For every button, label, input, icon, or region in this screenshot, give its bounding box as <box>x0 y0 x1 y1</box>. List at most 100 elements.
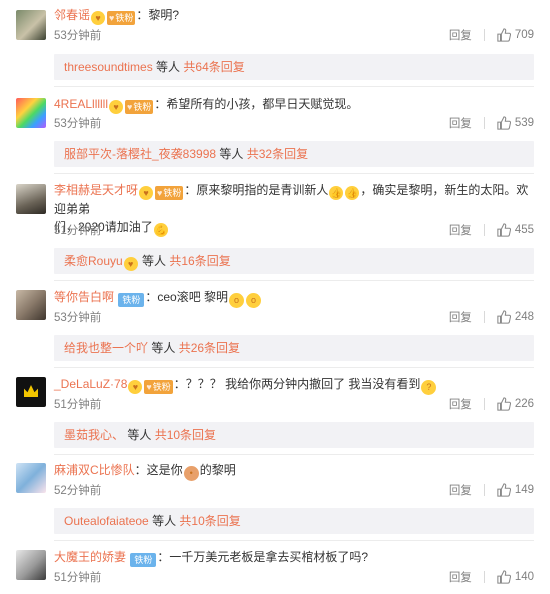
flex-arm-emoji: 💪 <box>153 223 168 237</box>
like-count: 140 <box>514 571 534 583</box>
replies-summary[interactable]: 柔愈Rouyu ♥ 等人 共16条回复 <box>54 248 534 274</box>
divider <box>54 173 534 174</box>
reply-user[interactable]: 服部平次-落樱社_夜袭83998 <box>64 147 216 161</box>
replies-summary[interactable]: 墨茹我心、 等人 共10条回复 <box>54 422 534 448</box>
comment-actions: 回复 226 <box>449 396 534 412</box>
fan-badge[interactable]: ♥铁粉 <box>144 380 173 394</box>
comment-text-cont: 的黎明 <box>199 463 236 477</box>
comment-time: 51分钟前 <box>54 572 102 584</box>
action-divider <box>483 29 485 41</box>
comment-time: 52分钟前 <box>54 485 102 497</box>
shocked-face-emoji: o <box>229 293 245 308</box>
comment-body: 等你告白啊 铁粉 ：ceo滚吧 黎明 o o <box>54 288 536 308</box>
comment-text: ：这是你 <box>134 463 183 477</box>
shocked-face-emoji: o <box>246 293 262 308</box>
reply-button[interactable]: 回复 <box>449 309 472 325</box>
avatar[interactable] <box>16 377 46 407</box>
heart-face-emoji: ♥ <box>91 11 106 25</box>
reply-button[interactable]: 回复 <box>449 222 472 238</box>
divider <box>54 540 534 541</box>
comment-text: ：？？？ 我给你两分钟内撤回了 我当没有看到 <box>173 377 421 391</box>
username-link[interactable]: 李相赫是天才呀 <box>54 183 138 197</box>
reply-user[interactable]: 墨茹我心、 <box>64 428 124 442</box>
thumbs-up-icon[interactable] <box>497 223 511 237</box>
replies-summary[interactable]: threesoundtimes 等人 共64条回复 <box>54 54 534 80</box>
heart-face-emoji: ♥ <box>139 186 154 200</box>
username-link[interactable]: 等你告白啊 <box>54 290 114 304</box>
reply-button[interactable]: 回复 <box>449 27 472 43</box>
reply-count-link[interactable]: 共26条回复 <box>179 341 240 355</box>
reply-user[interactable]: Outealofaiateoe <box>64 514 149 528</box>
comment-actions: 回复 455 <box>449 222 534 238</box>
comment-time: 51分钟前 <box>54 225 102 237</box>
reply-count-link[interactable]: 共10条回复 <box>155 428 216 442</box>
comment-time: 53分钟前 <box>54 118 102 130</box>
like-count: 455 <box>514 224 534 236</box>
username-link[interactable]: _DeLaLuZ·78 <box>54 377 127 391</box>
thumbs-up-icon[interactable] <box>497 570 511 584</box>
reply-button[interactable]: 回复 <box>449 569 472 585</box>
avatar[interactable] <box>16 290 46 320</box>
avatar[interactable] <box>16 10 46 40</box>
heart-face-emoji: ♥ <box>128 380 143 394</box>
comment-actions: 回复 539 <box>449 115 534 131</box>
heart-face-emoji: ♥ <box>109 100 124 114</box>
action-divider <box>483 571 485 583</box>
like-count: 226 <box>514 398 534 410</box>
username-link[interactable]: 大魔王的娇妻 <box>54 550 126 564</box>
avatar[interactable] <box>16 550 46 580</box>
avatar[interactable] <box>16 463 46 493</box>
comment-text: ：原来黎明指的是青训新人 <box>184 183 329 197</box>
thumbs-up-emoji: 👍 <box>345 186 360 200</box>
comment-actions: 回复 140 <box>449 569 534 585</box>
replies-summary[interactable]: 给我也整一个吖 等人 共26条回复 <box>54 335 534 361</box>
thumbs-up-icon[interactable] <box>497 310 511 324</box>
comment-actions: 回复 709 <box>449 27 534 43</box>
like-count: 248 <box>514 311 534 323</box>
comment-body: 4REALllllll ♥ ♥铁粉 ：希望所有的小孩，都早日天赋觉现。 <box>54 95 536 114</box>
reply-count-link[interactable]: 共32条回复 <box>247 147 308 161</box>
reply-button[interactable]: 回复 <box>449 482 472 498</box>
reply-count-link[interactable]: 共16条回复 <box>169 254 230 268</box>
fan-badge[interactable]: ♥铁粉 <box>107 11 136 25</box>
comment-text: ：希望所有的小孩，都早日天赋觉现。 <box>154 97 359 111</box>
reply-button[interactable]: 回复 <box>449 396 472 412</box>
thumbs-up-icon[interactable] <box>497 483 511 497</box>
comment-time: 53分钟前 <box>54 30 102 42</box>
action-divider <box>483 117 485 129</box>
username-link[interactable]: 4REALllllll <box>54 97 108 111</box>
thumbs-up-icon[interactable] <box>497 397 511 411</box>
like-count: 709 <box>514 29 534 41</box>
reply-button[interactable]: 回复 <box>449 115 472 131</box>
divider <box>54 454 534 455</box>
comment-body: 邻春谣 ♥ ♥铁粉 ：黎明? <box>54 6 536 25</box>
like-count: 539 <box>514 117 534 129</box>
thumbs-up-icon[interactable] <box>497 116 511 130</box>
username-link[interactable]: 麻浦双C比惨队 <box>54 463 135 477</box>
fan-badge[interactable]: 铁粉 <box>130 553 157 567</box>
fan-badge[interactable]: ♥铁粉 <box>155 186 184 200</box>
replies-summary[interactable]: 服部平次-落樱社_夜袭83998 等人 共32条回复 <box>54 141 534 167</box>
comment-body: 麻浦双C比惨队：这是你 • 的黎明 <box>54 461 536 481</box>
comment-text: ：一千万美元老板是拿去买棺材板了吗? <box>157 550 369 564</box>
action-divider <box>483 311 485 323</box>
thumbs-up-icon[interactable] <box>497 28 511 42</box>
thumbs-up-emoji: 👍 <box>329 186 344 200</box>
fan-badge[interactable]: ♥铁粉 <box>125 100 154 114</box>
reply-user[interactable]: 柔愈Rouyu <box>64 254 123 268</box>
replies-summary[interactable]: Outealofaiateoe 等人 共10条回复 <box>54 508 534 534</box>
reply-count-link[interactable]: 共64条回复 <box>183 60 244 74</box>
reply-user[interactable]: threesoundtimes <box>64 60 153 74</box>
fan-badge[interactable]: 铁粉 <box>118 293 145 307</box>
thinking-face-emoji: ? <box>421 380 437 395</box>
comment-body: _DeLaLuZ·78 ♥ ♥铁粉：？？？ 我给你两分钟内撤回了 我当没有看到? <box>54 375 536 395</box>
avatar[interactable] <box>16 184 46 214</box>
reply-user[interactable]: 给我也整一个吖 <box>64 341 148 355</box>
username-link[interactable]: 邻春谣 <box>54 8 90 22</box>
divider <box>54 86 534 87</box>
reply-count-link[interactable]: 共10条回复 <box>179 514 240 528</box>
comment-time: 51分钟前 <box>54 399 102 411</box>
comment-feed: 邻春谣 ♥ ♥铁粉 ：黎明? 53分钟前 回复 709 threesoundtimes… <box>0 0 550 594</box>
comment-text: ：黎明? <box>136 8 180 22</box>
avatar[interactable] <box>16 98 46 128</box>
